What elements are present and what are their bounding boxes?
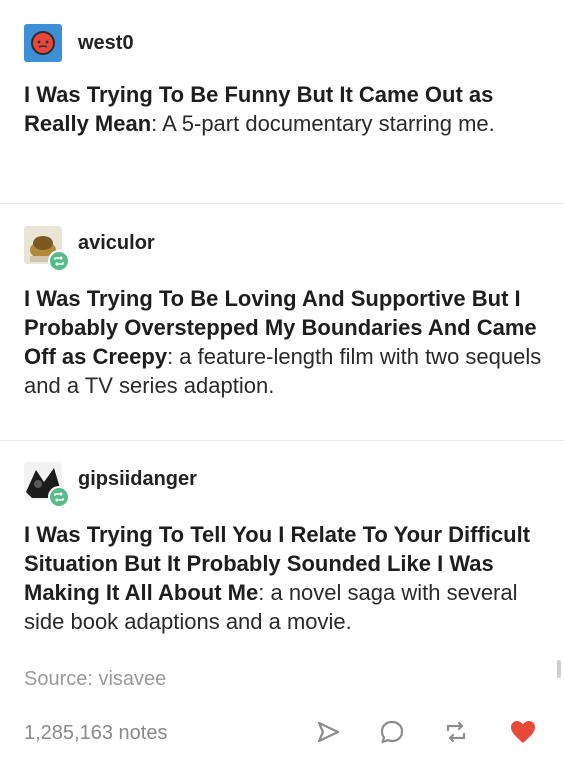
post-gipsiidanger: gipsiidanger I Was Trying To Tell You I … [0,460,564,634]
reply-button[interactable] [378,718,406,746]
reblog-badge-icon [48,486,70,508]
username[interactable]: aviculor [78,232,155,255]
username[interactable]: gipsiidanger [78,468,197,491]
reblog-button[interactable] [442,718,470,746]
post-header: aviculor [0,224,564,272]
divider [0,203,564,204]
divider [0,440,564,441]
like-button[interactable] [509,718,537,746]
avatar-west0-icon [24,24,62,62]
post-aviculor: aviculor I Was Trying To Be Loving And S… [0,224,564,398]
send-button[interactable] [314,718,342,746]
send-icon [317,721,340,743]
post-body: I Was Trying To Be Funny But It Came Out… [24,80,544,138]
post-header: west0 [0,22,564,62]
post-west0: west0 I Was Trying To Be Funny But It Ca… [0,22,564,136]
username[interactable]: west0 [78,32,134,55]
scrollbar-thumb[interactable] [557,660,561,678]
avatar[interactable] [24,24,62,62]
post-body: I Was Trying To Be Loving And Supportive… [24,284,544,400]
post-body-text: : A 5-part documentary starring me. [151,111,495,136]
post-header: gipsiidanger [0,460,564,508]
reply-icon [380,720,404,744]
heart-icon [511,721,535,743]
notes-count[interactable]: 1,285,163 notes [24,722,167,745]
source-link[interactable]: Source: visavee [24,668,166,691]
post-body: I Was Trying To Tell You I Relate To You… [24,520,544,636]
reblog-badge-icon [48,250,70,272]
reblog-icon [446,721,466,743]
